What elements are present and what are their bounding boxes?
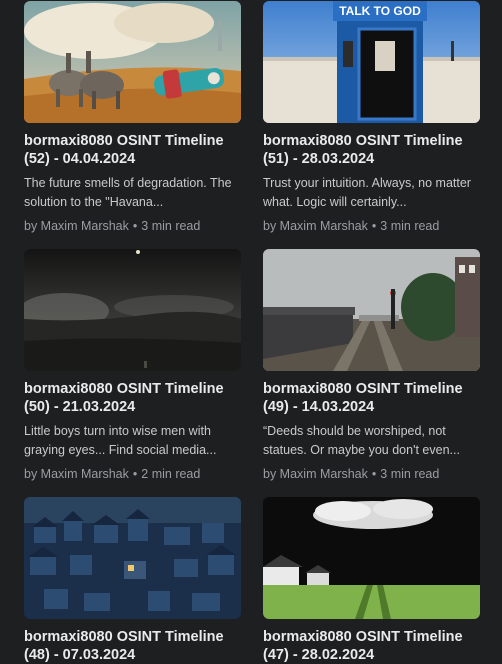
post-card[interactable]: bormaxi8080 OSINT Timeline (50) - 21.03.… [24, 249, 241, 482]
post-thumbnail[interactable] [24, 1, 241, 123]
post-thumbnail[interactable] [24, 249, 241, 371]
post-read-time: 3 min read [141, 219, 201, 233]
post-meta: by Maxim Marshak • 3 min read [263, 466, 480, 482]
booth-sign-text: TALK TO GOD [339, 4, 421, 18]
railway-image [263, 249, 480, 371]
post-author: by Maxim Marshak [24, 467, 129, 481]
surreal-elephants-image [24, 1, 241, 123]
post-thumbnail[interactable] [24, 497, 241, 619]
post-card[interactable]: bormaxi8080 OSINT Timeline (47) - 28.02.… [263, 497, 480, 664]
meta-separator: • [132, 467, 138, 481]
post-meta: by Maxim Marshak • 3 min read [24, 218, 241, 234]
post-title[interactable]: bormaxi8080 OSINT Timeline (51) - 28.03.… [263, 132, 480, 168]
post-excerpt: Little boys turn into wise men with gray… [24, 424, 217, 457]
post-read-time: 3 min read [380, 219, 440, 233]
cloud-field-image [263, 497, 480, 619]
post-title[interactable]: bormaxi8080 OSINT Timeline (49) - 14.03.… [263, 380, 480, 416]
meta-separator: • [132, 219, 138, 233]
post-meta: by Maxim Marshak • 2 min read [24, 466, 241, 482]
post-title[interactable]: bormaxi8080 OSINT Timeline (48) - 07.03.… [24, 628, 241, 664]
meta-separator: • [371, 467, 377, 481]
dark-landscape-image [24, 249, 241, 371]
post-title[interactable]: bormaxi8080 OSINT Timeline (47) - 28.02.… [263, 628, 480, 664]
post-read-time: 3 min read [380, 467, 440, 481]
post-title[interactable]: bormaxi8080 OSINT Timeline (50) - 21.03.… [24, 380, 241, 416]
post-excerpt: Trust your intuition. Always, no matter … [263, 176, 471, 209]
post-excerpt: The future smells of degradation. The so… [24, 176, 232, 209]
post-card[interactable]: bormaxi8080 OSINT Timeline (49) - 14.03.… [263, 249, 480, 482]
post-thumbnail[interactable]: TALK TO GOD [263, 1, 480, 123]
post-author: by Maxim Marshak [263, 467, 368, 481]
post-grid: bormaxi8080 OSINT Timeline (52) - 04.04.… [0, 0, 502, 664]
post-thumbnail[interactable] [263, 249, 480, 371]
night-village-image [24, 497, 241, 619]
post-excerpt: “Deeds should be worshiped, not statues.… [263, 424, 460, 457]
post-author: by Maxim Marshak [24, 219, 129, 233]
post-card[interactable]: TALK TO GOD bormaxi8080 OSINT Timeline (… [263, 1, 480, 234]
post-author: by Maxim Marshak [263, 219, 368, 233]
meta-separator: • [371, 219, 377, 233]
post-card[interactable]: bormaxi8080 OSINT Timeline (52) - 04.04.… [24, 1, 241, 234]
post-thumbnail[interactable] [263, 497, 480, 619]
post-read-time: 2 min read [141, 467, 201, 481]
post-title[interactable]: bormaxi8080 OSINT Timeline (52) - 04.04.… [24, 132, 241, 168]
post-meta: by Maxim Marshak • 3 min read [263, 218, 480, 234]
phone-booth-image: TALK TO GOD [263, 1, 480, 123]
post-card[interactable]: bormaxi8080 OSINT Timeline (48) - 07.03.… [24, 497, 241, 664]
